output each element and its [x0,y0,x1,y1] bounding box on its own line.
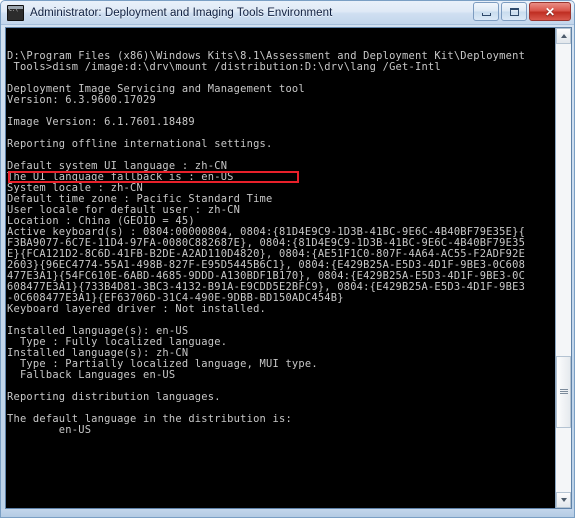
console-icon[interactable] [7,4,24,21]
console-line: Reporting offline international settings… [7,138,273,150]
console-line: Tools>dism /image:d:\drv\mount /distribu… [7,61,441,73]
console-client-area: D:\Program Files (x86)\Windows Kits\8.1\… [5,27,572,509]
console-line: Version: 6.3.9600.17029 [7,94,156,106]
scroll-down-icon [560,498,567,502]
maximize-icon [509,7,519,16]
console-text-lines: D:\Program Files (x86)\Windows Kits\8.1\… [7,51,555,436]
minimize-icon [481,12,491,16]
console-window: Administrator: Deployment and Imaging To… [0,0,575,518]
close-icon: ✕ [544,4,556,19]
vertical-scrollbar[interactable] [555,28,571,508]
minimize-button[interactable] [473,2,499,21]
console-line: Keyboard layered driver : Not installed. [7,303,267,315]
scrollbar-thumb[interactable] [556,356,571,428]
window-title: Administrator: Deployment and Imaging To… [30,6,333,19]
window-bottom-edge [1,509,574,517]
window-controls: ✕ [473,2,571,21]
console-line: Image Version: 6.1.7601.18489 [7,116,195,128]
close-button[interactable]: ✕ [529,2,571,21]
scroll-up-icon [560,34,567,38]
scroll-up-button[interactable] [556,28,571,44]
scrollbar-grip-icon [559,389,568,395]
scrollbar-track[interactable] [556,44,571,492]
console-line: Reporting distribution languages. [7,391,221,403]
scroll-down-button[interactable] [556,492,571,508]
console-output[interactable]: D:\Program Files (x86)\Windows Kits\8.1\… [6,28,555,508]
title-bar[interactable]: Administrator: Deployment and Imaging To… [1,1,574,25]
console-line: en-US [7,424,92,436]
console-line: Fallback Languages en-US [7,369,176,381]
maximize-button[interactable] [501,2,527,21]
